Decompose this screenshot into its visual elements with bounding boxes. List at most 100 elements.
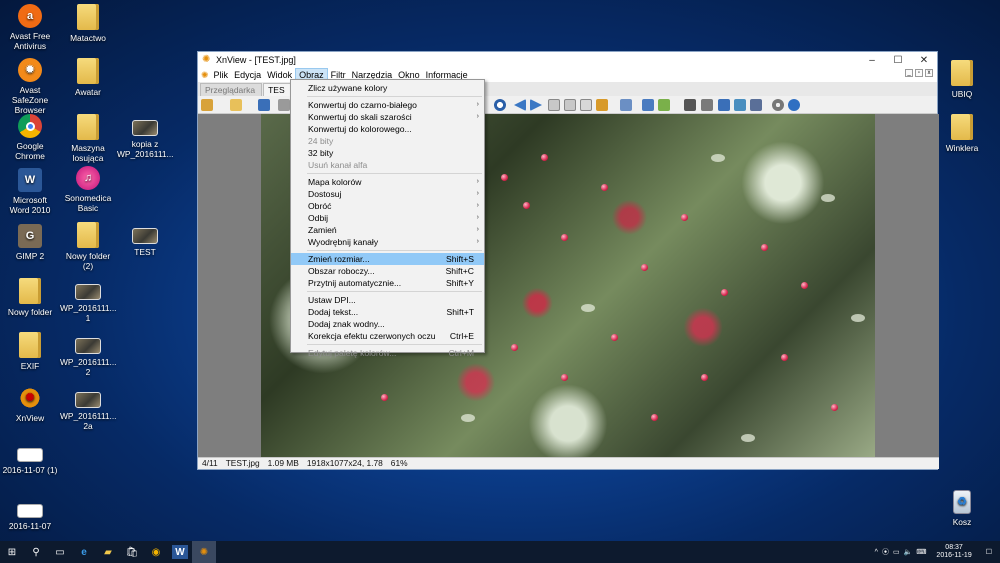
capture-icon[interactable] xyxy=(596,99,608,111)
previous-icon[interactable] xyxy=(514,99,526,111)
menu-item-label: Dodaj tekst... xyxy=(308,307,359,317)
browse-icon[interactable] xyxy=(201,99,213,111)
berry xyxy=(761,244,768,251)
desktop-icon-sonomedica[interactable]: ♫ Sonomedica Basic xyxy=(60,166,116,213)
xnview-taskbar-icon[interactable]: ✺ xyxy=(192,541,216,563)
desktop-icon-awatar[interactable]: Awatar xyxy=(60,58,116,97)
desktop-icon-winklera[interactable]: Winklera xyxy=(934,114,990,153)
fullscreen-icon[interactable] xyxy=(548,99,560,111)
desktop-icon-test[interactable]: TEST xyxy=(117,222,173,257)
desktop-icon-gimp[interactable]: G GIMP 2 xyxy=(2,224,58,261)
desktop-icon-nowy-folder-2[interactable]: Nowy folder (2) xyxy=(60,222,116,271)
gear-icon[interactable] xyxy=(772,99,784,111)
chrome-taskbar-icon[interactable]: ◉ xyxy=(144,541,168,563)
start-button[interactable]: ⊞ xyxy=(0,541,24,563)
menu-item-zamien[interactable]: Zamień › xyxy=(291,224,484,236)
task-view-icon[interactable]: ▭ xyxy=(48,541,72,563)
menu-plik[interactable]: Plik xyxy=(211,68,232,82)
info-icon[interactable] xyxy=(788,99,800,111)
menu-item-znak-wodny[interactable]: Dodaj znak wodny... xyxy=(291,318,484,330)
desktop-icon-nowy-folder[interactable]: Nowy folder xyxy=(2,278,58,317)
desktop-icon-avast-safezone[interactable]: ✹ Avast SafeZone Browser xyxy=(2,58,58,115)
desktop-icon-2016-11-07-1[interactable]: 2016-11-07 (1) xyxy=(2,440,58,475)
desktop-icon-matactwo[interactable]: Matactwo xyxy=(60,4,116,43)
desktop-icon-ubiq[interactable]: UBIQ xyxy=(934,60,990,99)
desktop-icon-chrome[interactable]: Google Chrome xyxy=(2,114,58,161)
desktop-icon-maszyna[interactable]: Maszyna losująca xyxy=(60,114,116,163)
zoom-out-icon[interactable] xyxy=(494,99,506,111)
scanner-icon[interactable] xyxy=(750,99,762,111)
menu-item-czarno-bialy[interactable]: Konwertuj do czarno-białego › xyxy=(291,99,484,111)
edge-icon[interactable]: e xyxy=(72,541,96,563)
mdi-minimize-button[interactable]: _ xyxy=(905,69,913,77)
open-folder-icon[interactable] xyxy=(230,99,242,111)
desktop-icon-wp-1[interactable]: WP_2016111... 1 xyxy=(60,278,117,323)
menu-item-mapa-kolorow[interactable]: Mapa kolorów › xyxy=(291,176,484,188)
minimize-button[interactable]: – xyxy=(859,55,885,66)
menu-edycja[interactable]: Edycja xyxy=(231,68,264,82)
status-dimensions: 1918x1077x24, 1.78 xyxy=(306,458,383,468)
network-icon[interactable]: ⦿ xyxy=(882,547,889,557)
search-icon[interactable]: ⚲ xyxy=(24,541,48,563)
menu-item-label: Konwertuj do czarno-białego xyxy=(308,100,417,110)
window-titlebar[interactable]: ✺ XnView - [TEST.jpg] – ☐ ✕ xyxy=(198,52,937,68)
convert-icon[interactable] xyxy=(658,99,670,111)
file-explorer-icon[interactable]: ▰ xyxy=(96,541,120,563)
menu-item-przytnij[interactable]: Przytnij automatycznie... Shift+Y xyxy=(291,277,484,289)
resize-icon[interactable] xyxy=(642,99,654,111)
menu-item-dodaj-tekst[interactable]: Dodaj tekst... Shift+T xyxy=(291,306,484,318)
tab-przegladarka[interactable]: Przeglądarka xyxy=(200,83,263,96)
menu-item-wyodrebnij-kanaly[interactable]: Wyodrębnij kanały › xyxy=(291,236,484,248)
desktop-icon-kosz[interactable]: ♻ Kosz xyxy=(934,490,990,527)
desktop-icon-2016-11-07[interactable]: 2016-11-07 xyxy=(2,496,58,531)
notifications-icon[interactable]: ☐ xyxy=(986,548,992,556)
menu-item-skala-szarosci[interactable]: Konwertuj do skali szarości › xyxy=(291,111,484,123)
leaf xyxy=(821,194,835,202)
menu-item-label: Obszar roboczy... xyxy=(308,266,375,276)
mdi-close-button[interactable]: x xyxy=(925,69,933,77)
folder-icon xyxy=(77,58,99,84)
menu-item-kolorowy[interactable]: Konwertuj do kolorowego... xyxy=(291,123,484,135)
wallpaper-icon[interactable] xyxy=(734,99,746,111)
battery-icon[interactable]: ▭ xyxy=(893,548,900,556)
menu-item-32-bity[interactable]: 32 bity xyxy=(291,147,484,159)
menu-item-odbij[interactable]: Odbij › xyxy=(291,212,484,224)
desktop-icon-avast[interactable]: a Avast Free Antivirus xyxy=(2,4,58,51)
menu-item-label: Konwertuj do skali szarości xyxy=(308,112,412,122)
tab-test[interactable]: TES xyxy=(263,83,292,96)
mdi-restore-button[interactable]: ▫ xyxy=(915,69,923,77)
menu-item-obszar-roboczy[interactable]: Obszar roboczy... Shift+C xyxy=(291,265,484,277)
close-button[interactable]: ✕ xyxy=(911,55,937,66)
binoculars-icon[interactable] xyxy=(684,99,696,111)
desktop-icon-exif[interactable]: EXIF xyxy=(2,332,58,371)
save-icon[interactable] xyxy=(258,99,270,111)
next-icon[interactable] xyxy=(530,99,542,111)
menu-item-dostosuj[interactable]: Dostosuj › xyxy=(291,188,484,200)
slideshow-icon[interactable] xyxy=(564,99,576,111)
desktop-icon-kopia[interactable]: kopia z WP_2016111... xyxy=(117,114,174,159)
menu-item-ustaw-dpi[interactable]: Ustaw DPI... xyxy=(291,294,484,306)
language-icon[interactable]: ⌨ xyxy=(916,548,926,556)
menu-item-zlicz-kolory[interactable]: Zlicz używane kolory xyxy=(291,82,484,94)
menu-item-zmien-rozmiar[interactable]: Zmień rozmiar... Shift+S xyxy=(291,253,484,265)
menu-item-label: Mapa kolorów xyxy=(308,177,362,187)
word-taskbar-icon[interactable]: W xyxy=(172,545,188,559)
settings-view-icon[interactable] xyxy=(580,99,592,111)
volume-icon[interactable]: 🔈 xyxy=(904,548,913,556)
maximize-button[interactable]: ☐ xyxy=(885,55,911,66)
desktop-icon-wp-2a[interactable]: WP_2016111... 2a xyxy=(60,386,117,431)
obraz-dropdown-menu: Zlicz używane kolory Konwertuj do czarno… xyxy=(290,79,485,358)
store-icon[interactable]: 🛍 xyxy=(120,541,144,563)
menu-item-obroc[interactable]: Obróć › xyxy=(291,200,484,212)
menu-item-czerwone-oczy[interactable]: Korekcja efektu czerwonych oczu Ctrl+E xyxy=(291,330,484,342)
chevron-up-icon[interactable]: ^ xyxy=(875,549,878,556)
desktop-icon-xnview[interactable]: ✺ XnView xyxy=(2,386,58,423)
desktop-icon-wp-2[interactable]: WP_2016111... 2 xyxy=(60,332,117,377)
xnview-icon: ✺ xyxy=(202,54,211,65)
print-icon[interactable] xyxy=(701,99,713,111)
screen-icon[interactable] xyxy=(718,99,730,111)
print-preview-icon[interactable] xyxy=(278,99,290,111)
copy-icon[interactable] xyxy=(620,99,632,111)
clock[interactable]: 08:37 2016-11-19 xyxy=(936,544,971,560)
desktop-icon-word[interactable]: W Microsoft Word 2010 xyxy=(2,168,58,215)
